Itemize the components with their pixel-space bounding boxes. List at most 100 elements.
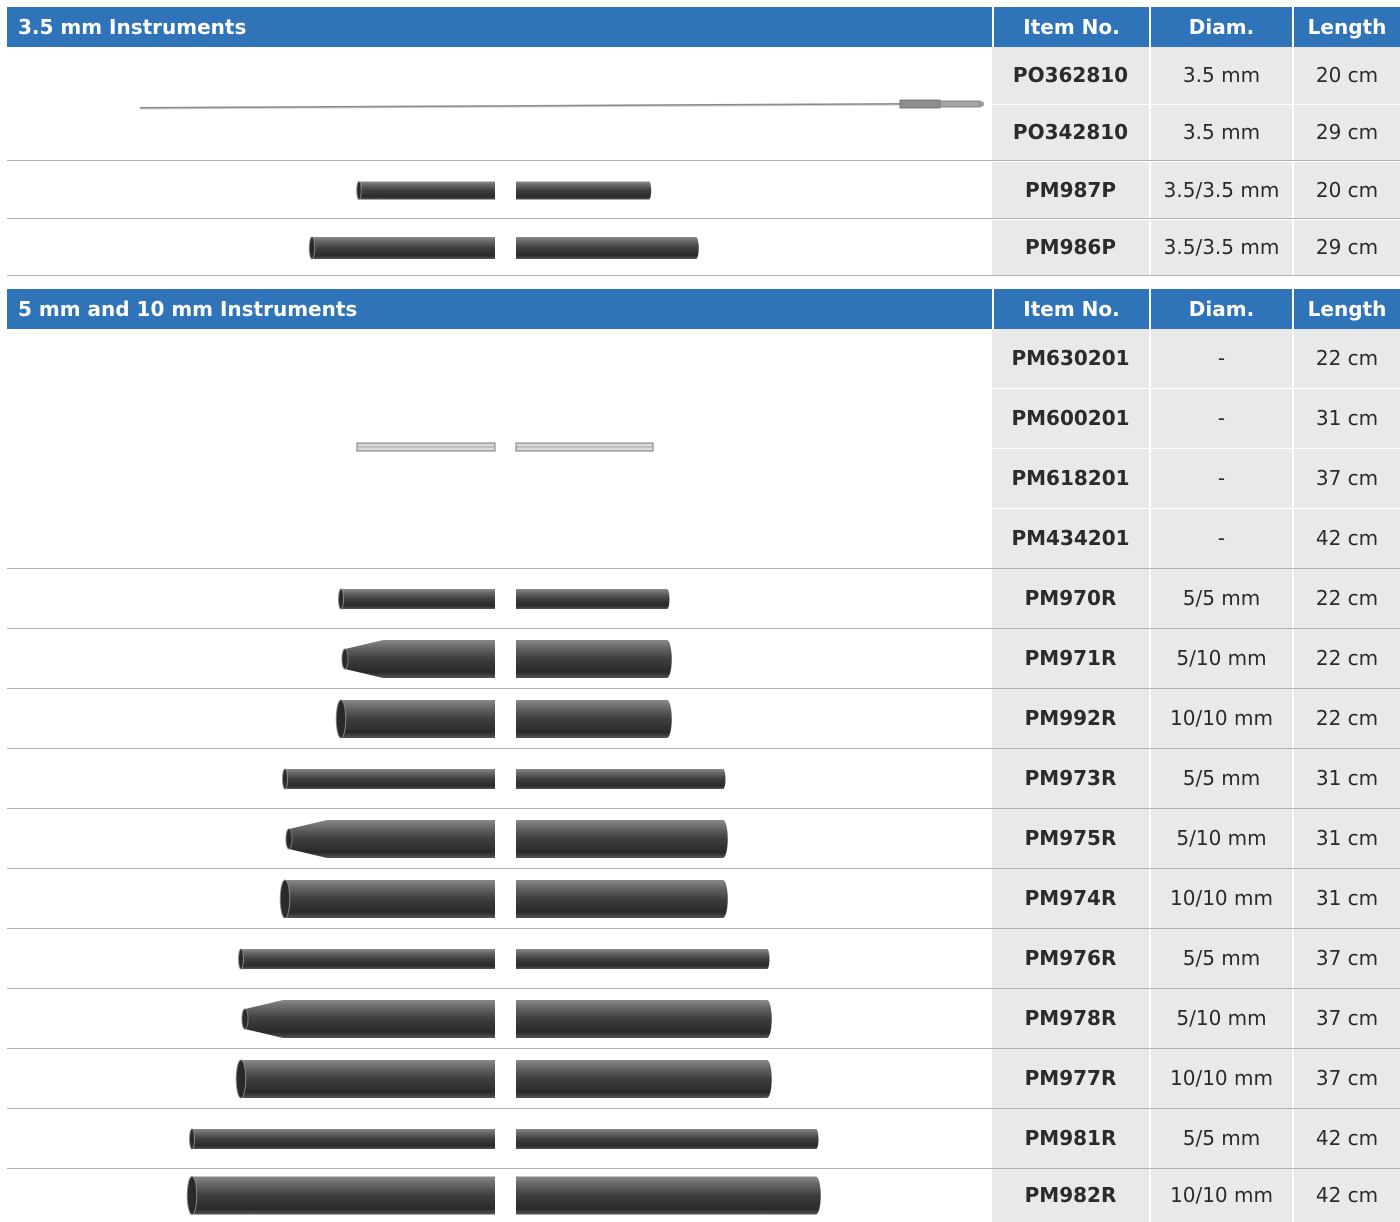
length-value: 37 cm [1292,449,1400,509]
diameter-value: - [1149,389,1292,449]
length-value: 37 cm [1292,929,1400,988]
item-number: PM992R [992,689,1149,748]
item-number: PM970R [992,569,1149,628]
item-number: PM973R [992,749,1149,808]
forceps-image [356,442,654,452]
item-number: PM975R [992,809,1149,868]
instrument-image [356,181,652,200]
table-row: PM977R 10/10 mm 37 cm [7,1049,1400,1109]
table-row: PM971R 5/10 mm 22 cm [7,629,1400,689]
diameter-value: 5/10 mm [1149,809,1292,868]
item-number: PM976R [992,929,1149,988]
section-title: 5 mm and 10 mm Instruments [18,297,358,321]
instrument-image [189,1128,819,1150]
tube-left-segment [235,1059,495,1099]
column-header-item: Item No. [992,7,1149,47]
tube-left-segment [285,820,495,858]
diameter-value: 10/10 mm [1149,869,1292,928]
tube-left-segment [341,640,495,678]
section-header-5-10mm: 5 mm and 10 mm Instruments Item No. Diam… [7,289,1400,329]
section-title: 3.5 mm Instruments [18,15,247,39]
tube-right-segment [516,769,726,789]
length-value: 20 cm [1292,162,1400,218]
item-number: PM986P [992,220,1149,275]
length-value: 22 cm [1292,329,1400,389]
instrument-image [241,1000,772,1038]
item-number: PM618201 [992,449,1149,509]
table-row: PM992R 10/10 mm 22 cm [7,689,1400,749]
diameter-value: 5/5 mm [1149,569,1292,628]
item-number: PM974R [992,869,1149,928]
instrument-image [282,768,726,790]
diameter-value: - [1149,329,1292,389]
item-number: PM971R [992,629,1149,688]
length-value: 42 cm [1292,1169,1400,1222]
forceps-left-segment [356,442,496,452]
diameter-value: 5/10 mm [1149,989,1292,1048]
table-row: PM981R 5/5 mm 42 cm [7,1109,1400,1169]
diameter-value: 5/10 mm [1149,629,1292,688]
tube-left-segment [186,1176,495,1215]
instrument-image [285,820,728,858]
tube-left-segment [238,948,495,970]
forceps-right-segment [515,442,654,452]
tube-right-segment [516,640,672,678]
diameter-value: - [1149,449,1292,509]
tube-right-segment [516,1129,819,1149]
diameter-value: 3.5 mm [1149,47,1292,105]
tube-left-segment [189,1128,495,1150]
item-number: PM982R [992,1169,1149,1222]
tube-right-segment [516,700,672,738]
column-header-item: Item No. [992,289,1149,329]
diameter-value: 5/5 mm [1149,1109,1292,1168]
item-number: PM978R [992,989,1149,1048]
probe-image [139,99,984,110]
instrument-image [186,1176,821,1215]
instrument-image [308,236,699,260]
diameter-value: 5/5 mm [1149,749,1292,808]
diameter-value: 3.5 mm [1149,105,1292,160]
tube-left-segment [338,588,495,610]
tube-right-segment [516,237,699,259]
diameter-value: 10/10 mm [1149,1049,1292,1108]
item-number: PO362810 [992,47,1149,105]
item-number: PM981R [992,1109,1149,1168]
item-number: PM630201 [992,329,1149,389]
diameter-value: 10/10 mm [1149,689,1292,748]
diameter-value: 5/5 mm [1149,929,1292,988]
diameter-value: 3.5/3.5 mm [1149,162,1292,218]
tube-left-segment [356,181,495,200]
tube-left-segment [335,699,495,739]
tube-right-segment [516,1000,772,1038]
length-value: 22 cm [1292,569,1400,628]
length-value: 22 cm [1292,629,1400,688]
length-value: 22 cm [1292,689,1400,748]
diameter-value: 3.5/3.5 mm [1149,220,1292,275]
tube-right-segment [516,949,770,969]
length-value: 37 cm [1292,989,1400,1048]
table-row: PM982R 10/10 mm 42 cm [7,1169,1400,1222]
column-header-length: Length [1292,289,1400,329]
section-header-3-5mm: 3.5 mm Instruments Item No. Diam. Length [7,7,1400,47]
length-value: 42 cm [1292,509,1400,568]
item-number: PM977R [992,1049,1149,1108]
table-row: PM987P 3.5/3.5 mm 20 cm [7,162,1400,219]
item-number: PO342810 [992,105,1149,160]
length-value: 29 cm [1292,105,1400,160]
length-value: 20 cm [1292,47,1400,105]
column-header-diam: Diam. [1149,289,1292,329]
length-value: 31 cm [1292,809,1400,868]
instrument-image [338,588,670,610]
length-value: 31 cm [1292,389,1400,449]
table-row: PM976R 5/5 mm 37 cm [7,929,1400,989]
tube-left-segment [308,236,495,260]
length-value: 31 cm [1292,749,1400,808]
length-value: 42 cm [1292,1109,1400,1168]
tube-right-segment [516,880,728,918]
table-row: PM970R 5/5 mm 22 cm [7,569,1400,629]
table-row: PM973R 5/5 mm 31 cm [7,749,1400,809]
tube-right-segment [516,589,670,609]
tube-right-segment [516,1176,821,1215]
instrument-image [235,1059,772,1099]
table-row: PM974R 10/10 mm 31 cm [7,869,1400,929]
